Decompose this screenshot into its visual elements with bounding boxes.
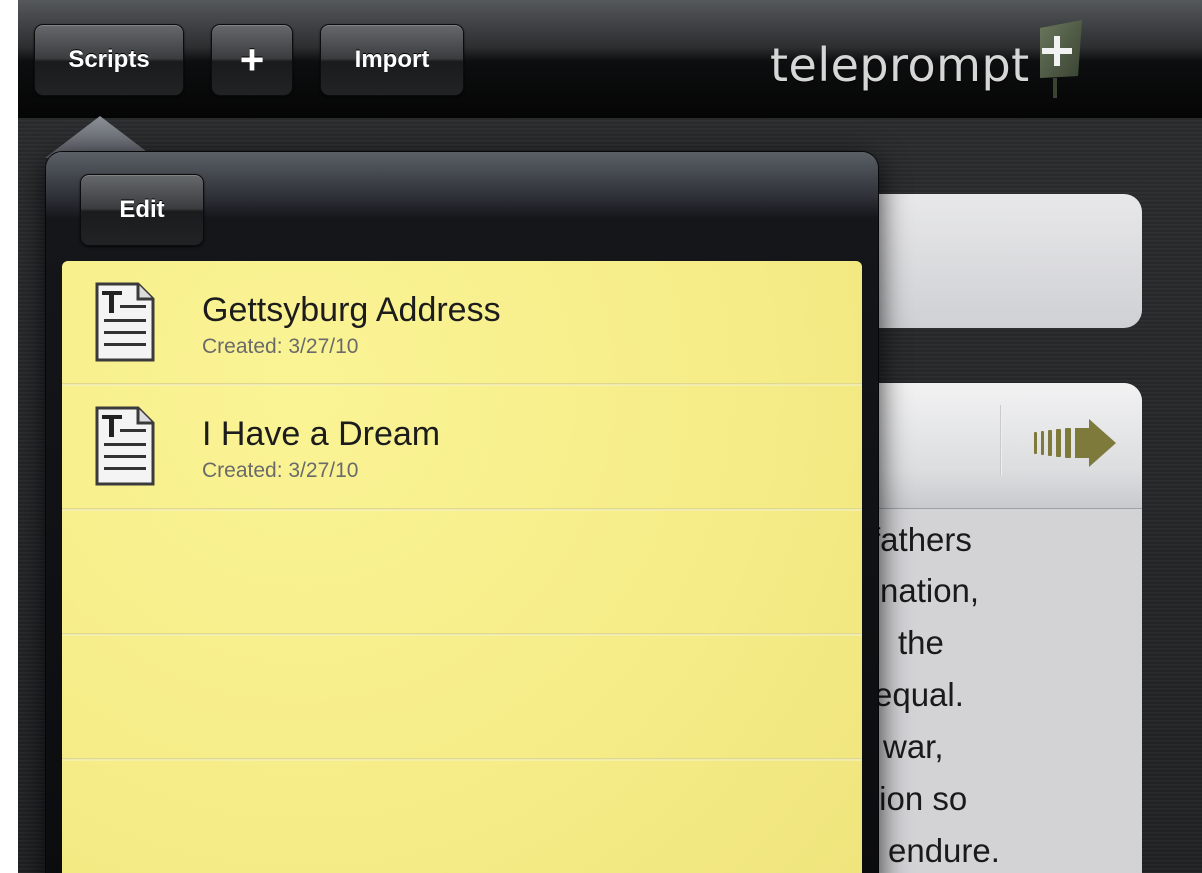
forward-arrow-icon[interactable] [1034, 417, 1124, 467]
scripts-list: Gettsyburg Address Created: 3/27/10 I Ha… [62, 261, 862, 873]
prompter-line: fathers [871, 521, 972, 558]
script-row-gettysburg[interactable]: Gettsyburg Address Created: 3/27/10 [62, 261, 862, 385]
prompter-line: tion so [870, 780, 968, 817]
plus-flag-logo-icon [1032, 20, 1084, 98]
edit-button[interactable]: Edit [80, 174, 204, 246]
ipad-screen: Scripts + Import teleprompt fathers nati… [18, 0, 1202, 873]
scripts-button[interactable]: Scripts [34, 24, 184, 96]
popover-arrow [45, 116, 155, 158]
prompter-line: nation, [880, 572, 980, 609]
script-created-date: Created: 3/27/10 [202, 335, 359, 358]
popover-header: Edit [46, 152, 878, 260]
add-script-button[interactable]: + [211, 24, 293, 96]
prompter-line: endure. [888, 832, 1000, 869]
script-title: I Have a Dream [202, 415, 441, 453]
app-logo: teleprompt [770, 20, 1084, 100]
prompter-line: war, [883, 728, 944, 765]
script-created-date: Created: 3/27/10 [202, 459, 359, 482]
prompter-line: equal. [874, 676, 964, 713]
top-toolbar: Scripts + Import teleprompt [18, 0, 1202, 118]
text-document-icon [95, 282, 155, 362]
header-divider [1000, 405, 1002, 475]
logo-text: teleprompt [770, 38, 1030, 92]
script-row-dream[interactable]: I Have a Dream Created: 3/27/10 [62, 385, 862, 509]
prompter-line: the [898, 624, 944, 661]
text-document-icon [95, 406, 155, 486]
scripts-popover: Edit Gettsyburg Address Created: 3/27/10 [46, 152, 878, 873]
script-title: Gettsyburg Address [202, 291, 501, 329]
import-button[interactable]: Import [320, 24, 464, 96]
